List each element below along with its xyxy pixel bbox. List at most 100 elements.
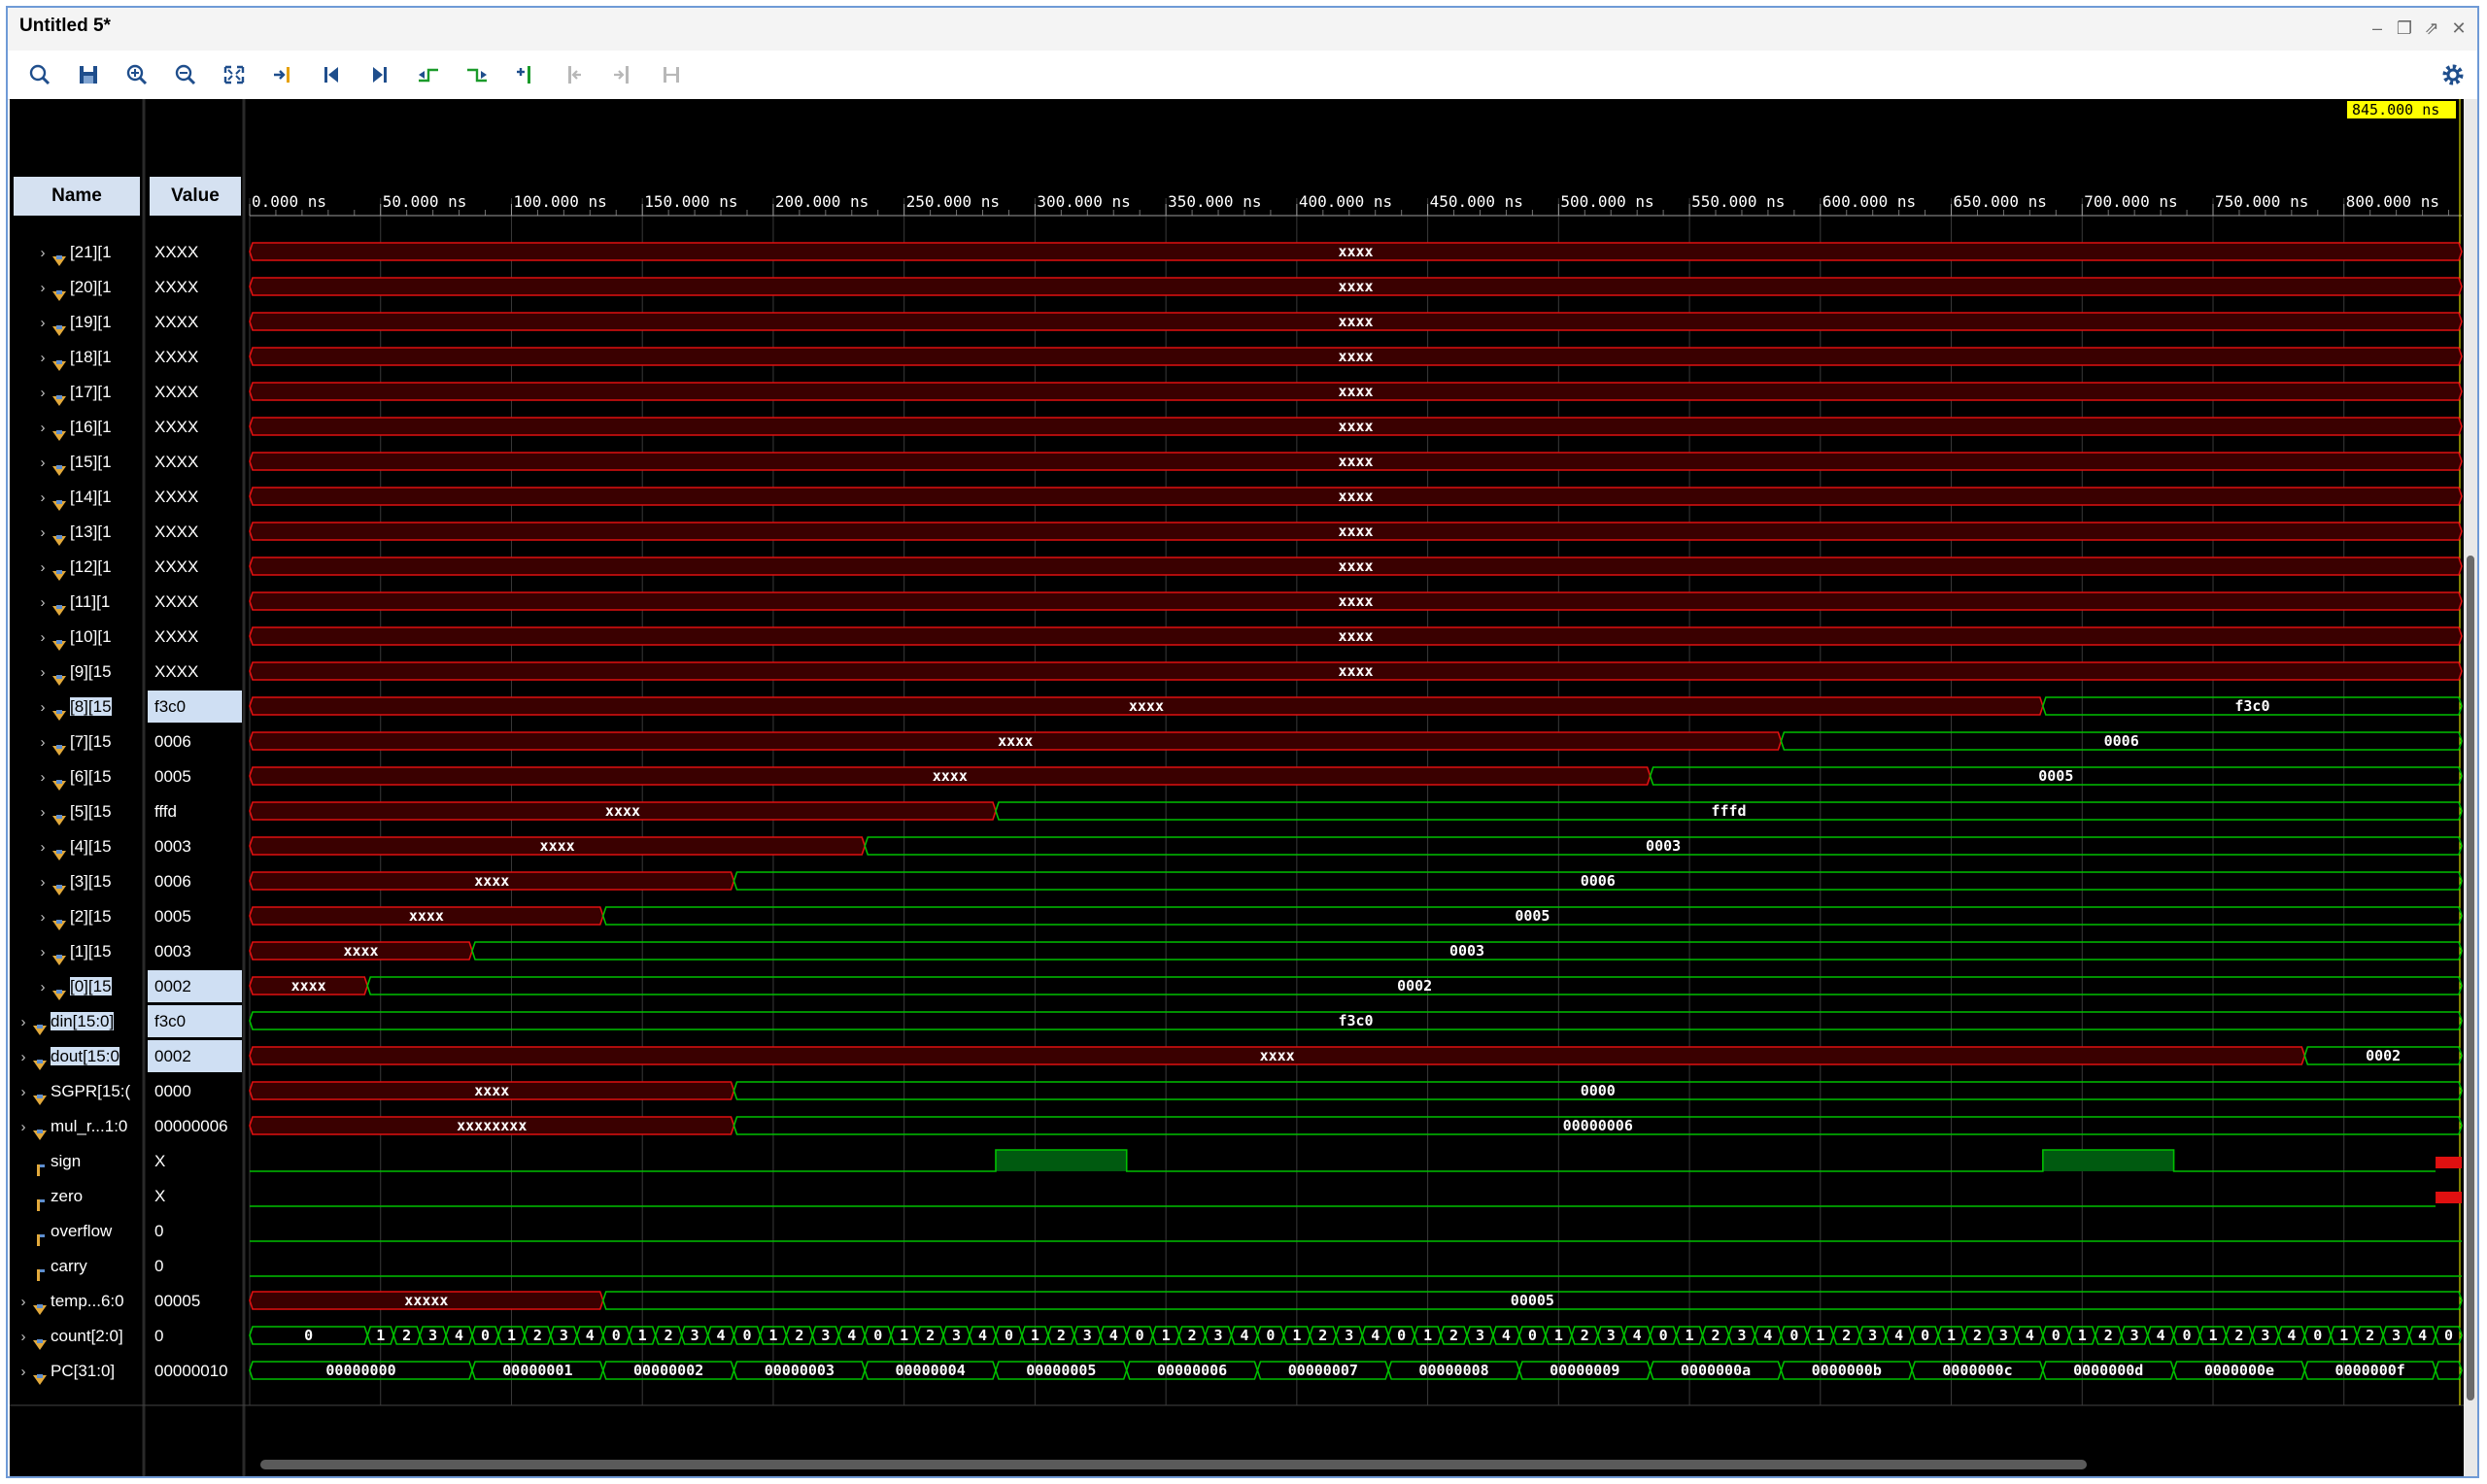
- scrollbar-thumb[interactable]: [260, 1460, 2087, 1469]
- chevron-right-icon[interactable]: ›: [35, 726, 51, 758]
- chevron-right-icon[interactable]: ›: [35, 761, 51, 793]
- signal-name[interactable]: › [0][15: [35, 970, 144, 1002]
- chevron-right-icon[interactable]: ›: [16, 1076, 31, 1107]
- minimize-icon[interactable]: –: [2367, 17, 2388, 39]
- signal-name[interactable]: › [1][15: [35, 935, 144, 967]
- chevron-right-icon[interactable]: ›: [35, 657, 51, 688]
- bus-value-label: 00005: [1511, 1292, 1554, 1309]
- save-icon[interactable]: [74, 61, 103, 88]
- signal-name[interactable]: › SGPR[15:(: [16, 1075, 144, 1107]
- signal-name[interactable]: › [3][15: [35, 865, 144, 897]
- signal-name-label: [16][1: [70, 418, 112, 436]
- signal-name[interactable]: › [2][15: [35, 900, 144, 932]
- chevron-right-icon[interactable]: ›: [35, 691, 51, 723]
- chevron-right-icon[interactable]: ›: [35, 272, 51, 303]
- go-to-end-icon[interactable]: [365, 61, 394, 88]
- signal-name[interactable]: › [4][15: [35, 830, 144, 862]
- chevron-right-icon[interactable]: ›: [16, 1321, 31, 1352]
- chevron-right-icon[interactable]: ›: [16, 1111, 31, 1142]
- bus-signal-icon: [51, 387, 68, 406]
- next-marker-icon[interactable]: [608, 61, 637, 88]
- signal-name[interactable]: › dout[15:0: [16, 1040, 144, 1072]
- signal-name[interactable]: › [10][1: [35, 621, 144, 653]
- signal-name[interactable]: › count[2:0]: [16, 1320, 144, 1352]
- restore-icon[interactable]: ❐: [2394, 17, 2415, 39]
- bus-value-label: 2: [1449, 1327, 1458, 1344]
- signal-name[interactable]: › [16][1: [35, 411, 144, 443]
- signal-name[interactable]: zero: [16, 1180, 144, 1212]
- signal-name[interactable]: › [6][15: [35, 760, 144, 793]
- chevron-right-icon[interactable]: ›: [16, 1006, 31, 1037]
- chevron-right-icon[interactable]: ›: [16, 1356, 31, 1387]
- signal-name[interactable]: › mul_r...1:0: [16, 1110, 144, 1142]
- next-transition-icon[interactable]: [462, 61, 492, 88]
- signal-name[interactable]: › [19][1: [35, 306, 144, 338]
- chevron-right-icon[interactable]: ›: [35, 552, 51, 583]
- signal-name[interactable]: carry: [16, 1250, 144, 1282]
- bus-value-label: xxxx: [1338, 488, 1373, 505]
- chevron-right-icon[interactable]: ›: [35, 936, 51, 967]
- chevron-right-icon[interactable]: ›: [35, 587, 51, 618]
- chevron-right-icon[interactable]: ›: [35, 622, 51, 653]
- go-to-start-icon[interactable]: [317, 61, 346, 88]
- name-column-header[interactable]: Name: [14, 177, 140, 216]
- signal-name[interactable]: › [11][1: [35, 586, 144, 618]
- bus-signal-icon: [51, 596, 68, 616]
- chevron-right-icon[interactable]: ›: [35, 342, 51, 373]
- bus-signal-icon: [51, 806, 68, 826]
- signal-name[interactable]: overflow: [16, 1215, 144, 1247]
- swap-cursors-icon[interactable]: [657, 61, 686, 88]
- add-marker-icon[interactable]: [511, 61, 540, 88]
- zoom-fit-icon[interactable]: [220, 61, 249, 88]
- chevron-right-icon[interactable]: ›: [35, 447, 51, 478]
- signal-name[interactable]: › [17][1: [35, 376, 144, 408]
- chevron-right-icon[interactable]: ›: [35, 901, 51, 932]
- signal-name[interactable]: › din[15:0]: [16, 1005, 144, 1037]
- chevron-right-icon[interactable]: ›: [35, 831, 51, 862]
- signal-name-label: overflow: [51, 1222, 113, 1240]
- bus-value-label: 0000000e: [2204, 1362, 2274, 1379]
- signal-name[interactable]: › PC[31:0]: [16, 1355, 144, 1387]
- search-icon[interactable]: [25, 61, 54, 88]
- waveform-canvas[interactable]: 0.000 ns 50.000 ns 100.000 ns 150.000 ns 200…: [10, 99, 2477, 1476]
- bus-value-label: xxxx: [1338, 243, 1373, 260]
- chevron-right-icon[interactable]: ›: [35, 307, 51, 338]
- value-column-header[interactable]: Value: [150, 177, 241, 216]
- signal-value: 0005: [154, 767, 191, 786]
- chevron-right-icon[interactable]: ›: [35, 971, 51, 1002]
- signal-name[interactable]: › [21][1: [35, 236, 144, 268]
- horizontal-scrollbar[interactable]: [243, 1454, 2466, 1473]
- signal-name[interactable]: › [12][1: [35, 551, 144, 583]
- signal-name[interactable]: › [18][1: [35, 341, 144, 373]
- chevron-right-icon[interactable]: ›: [35, 482, 51, 513]
- bus-value-label: 00000006: [1157, 1362, 1227, 1379]
- chevron-right-icon[interactable]: ›: [16, 1041, 31, 1072]
- signal-name[interactable]: › [9][15: [35, 656, 144, 688]
- chevron-right-icon[interactable]: ›: [16, 1286, 31, 1317]
- zoom-out-icon[interactable]: [171, 61, 200, 88]
- previous-transition-icon[interactable]: [414, 61, 443, 88]
- signal-name[interactable]: › temp...6:0: [16, 1285, 144, 1317]
- close-icon[interactable]: ✕: [2448, 17, 2470, 39]
- float-icon[interactable]: ⇗: [2421, 17, 2442, 39]
- bus-value-label: 4: [978, 1327, 987, 1344]
- zoom-in-icon[interactable]: [122, 61, 152, 88]
- signal-value: 0005: [154, 907, 191, 926]
- chevron-right-icon[interactable]: ›: [35, 377, 51, 408]
- go-to-cursor-icon[interactable]: [268, 61, 297, 88]
- signal-name[interactable]: › [5][15: [35, 795, 144, 827]
- chevron-right-icon[interactable]: ›: [35, 517, 51, 548]
- chevron-right-icon[interactable]: ›: [35, 796, 51, 827]
- signal-name[interactable]: › [8][15: [35, 691, 144, 723]
- gear-icon[interactable]: [2438, 60, 2468, 89]
- signal-name[interactable]: › [15][1: [35, 446, 144, 478]
- signal-name[interactable]: › [13][1: [35, 516, 144, 548]
- signal-name[interactable]: › [14][1: [35, 481, 144, 513]
- signal-name[interactable]: sign: [16, 1145, 144, 1177]
- chevron-right-icon[interactable]: ›: [35, 237, 51, 268]
- signal-name[interactable]: › [7][15: [35, 725, 144, 758]
- signal-name[interactable]: › [20][1: [35, 271, 144, 303]
- previous-marker-icon[interactable]: [560, 61, 589, 88]
- chevron-right-icon[interactable]: ›: [35, 866, 51, 897]
- chevron-right-icon[interactable]: ›: [35, 412, 51, 443]
